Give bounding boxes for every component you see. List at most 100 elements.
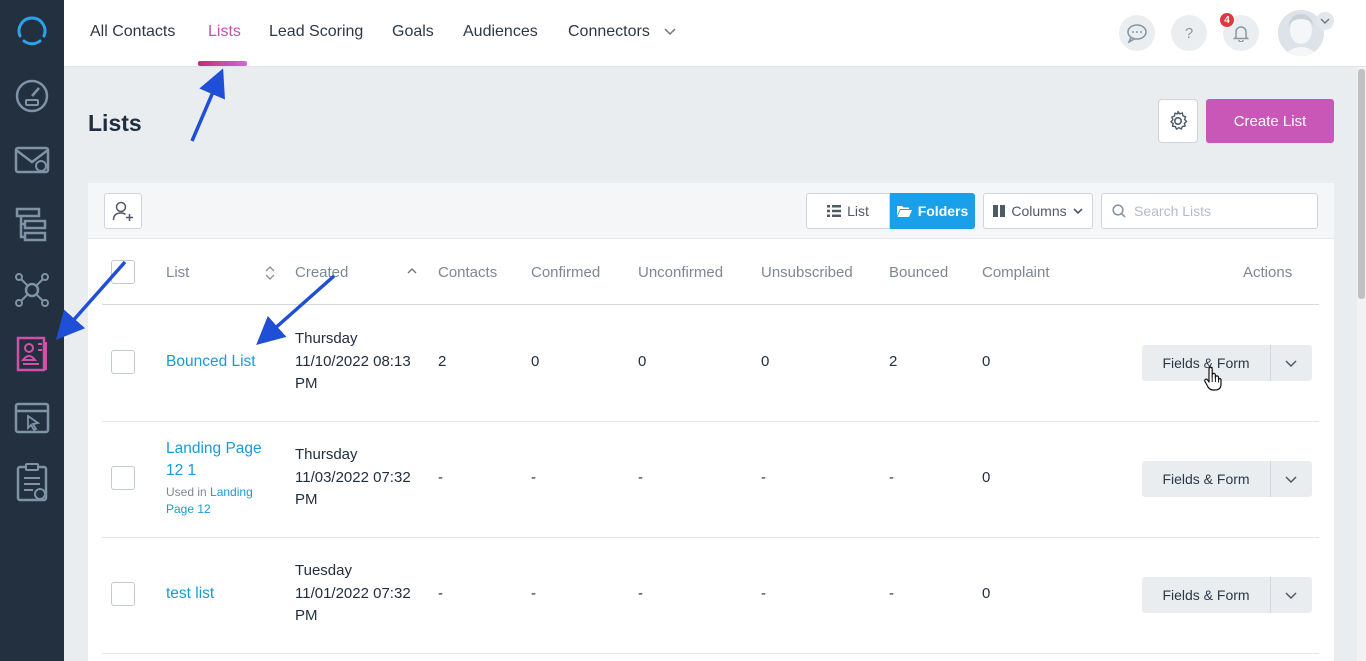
create-list-button[interactable]: Create List [1206,99,1334,143]
view-list-button[interactable]: List [806,193,890,229]
chevron-down-icon [1285,591,1297,599]
created-date: Tuesday 11/01/2022 07:32 PM [295,560,411,628]
column-header-contacts[interactable]: Contacts [438,264,497,281]
row-checkbox[interactable] [111,350,135,374]
search-icon [1112,204,1126,218]
account-menu-chevron-icon[interactable] [1316,12,1334,30]
confirmed-count: - [531,585,536,602]
used-in-note: Used in Landing Page 12 [166,484,253,518]
used-in-link[interactable]: Landing [210,485,253,499]
unconfirmed-count: 0 [638,353,647,370]
tab-connectors[interactable]: Connectors [568,23,676,41]
notification-badge: 4 [1219,12,1235,28]
search-input[interactable] [1134,203,1304,219]
contacts-count: - [438,469,443,486]
fields-form-button[interactable]: Fields & Form [1142,461,1271,497]
list-name-line2: 12 1 [166,462,197,479]
unsubscribed-count: - [761,585,766,602]
confirmed-count: - [531,469,536,486]
lists-icon[interactable] [0,322,64,386]
columns-label: Columns [1011,203,1067,219]
list-name-link[interactable]: Bounced List [166,351,256,373]
columns-dropdown[interactable]: Columns [983,193,1093,229]
created-ampm: PM [295,607,318,624]
list-name-link[interactable]: test list [166,583,214,605]
site-tracking-icon[interactable] [0,386,64,450]
view-list-label: List [847,203,869,219]
created-ampm: PM [295,491,318,508]
tab-lists[interactable]: Lists [208,23,241,41]
row-actions-dropdown[interactable] [1271,345,1311,381]
list-settings-button[interactable] [1158,99,1198,143]
column-header-complaint[interactable]: Complaint [982,264,1050,281]
tab-connectors-label: Connectors [568,23,650,41]
contacts-network-icon[interactable] [0,258,64,322]
chat-icon [1127,24,1147,43]
tab-audiences[interactable]: Audiences [463,23,538,41]
sort-ascending-icon[interactable] [407,267,417,274]
search-box [1101,193,1318,229]
fields-form-split-button: Fields & Form [1142,577,1312,613]
row-actions-dropdown[interactable] [1271,577,1311,613]
help-icon: ? [1184,24,1194,42]
row-divider [102,653,1319,654]
column-header-list[interactable]: List [166,264,189,281]
logo-icon[interactable] [0,0,64,64]
column-header-confirmed[interactable]: Confirmed [531,264,600,281]
column-header-unconfirmed[interactable]: Unconfirmed [638,264,723,281]
add-user-icon [112,201,133,221]
created-ampm: PM [295,375,318,392]
unconfirmed-count: - [638,469,643,486]
fields-form-button[interactable]: Fields & Form [1142,577,1271,613]
chat-button[interactable] [1119,15,1155,51]
select-all-checkbox[interactable] [111,260,135,284]
scrollbar-thumb[interactable] [1358,69,1365,299]
email-icon[interactable] [0,128,64,192]
dashboard-icon[interactable] [0,64,64,128]
notifications-button[interactable]: 4 [1219,12,1259,51]
chevron-down-icon [664,23,676,41]
column-header-bounced[interactable]: Bounced [889,264,948,281]
list-name-link[interactable]: Landing Page 12 1 [166,438,262,482]
used-in-link-continued[interactable]: Page 12 [166,502,211,516]
chevron-down-icon [1073,208,1083,214]
automations-icon[interactable] [0,192,64,256]
list-name-line1: Landing Page [166,440,262,457]
page-scrollbar[interactable] [1357,67,1366,661]
created-date: Thursday 11/10/2022 08:13 PM [295,328,411,396]
complaint-count: 0 [982,585,991,602]
view-folders-label: Folders [917,203,969,219]
row-actions-dropdown[interactable] [1271,461,1311,497]
view-folders-button[interactable]: Folders [890,193,975,229]
list-icon [827,205,842,217]
confirmed-count: 0 [531,353,540,370]
created-day: Thursday [295,446,358,463]
annotation-arrow-lists-tab [190,68,225,142]
contacts-count: - [438,585,443,602]
contacts-count: 2 [438,353,447,370]
sort-icon[interactable] [265,266,275,280]
row-checkbox[interactable] [111,582,135,606]
folder-open-icon [896,206,912,217]
column-header-unsubscribed[interactable]: Unsubscribed [761,264,853,281]
fields-form-split-button: Fields & Form [1142,345,1312,381]
row-checkbox[interactable] [111,466,135,490]
chevron-down-icon [1285,359,1297,367]
tab-lead-scoring[interactable]: Lead Scoring [269,23,363,41]
bounced-count: 2 [889,353,898,370]
top-nav: All Contacts Lists Lead Scoring Goals Au… [64,0,1366,67]
column-header-created[interactable]: Created [295,264,348,281]
complaint-count: 0 [982,353,991,370]
row-divider [102,421,1319,422]
tab-goals[interactable]: Goals [392,23,434,41]
add-contact-button[interactable] [104,193,142,229]
created-date: Thursday 11/03/2022 07:32 PM [295,444,411,512]
created-datetime: 11/03/2022 07:32 [295,468,411,486]
bounced-count: - [889,469,894,486]
active-tab-indicator [198,61,247,66]
tab-all-contacts[interactable]: All Contacts [90,23,175,41]
help-button[interactable]: ? [1171,15,1207,51]
forms-icon[interactable] [0,450,64,514]
columns-icon [993,205,1006,217]
created-datetime: 11/01/2022 07:32 [295,584,411,602]
